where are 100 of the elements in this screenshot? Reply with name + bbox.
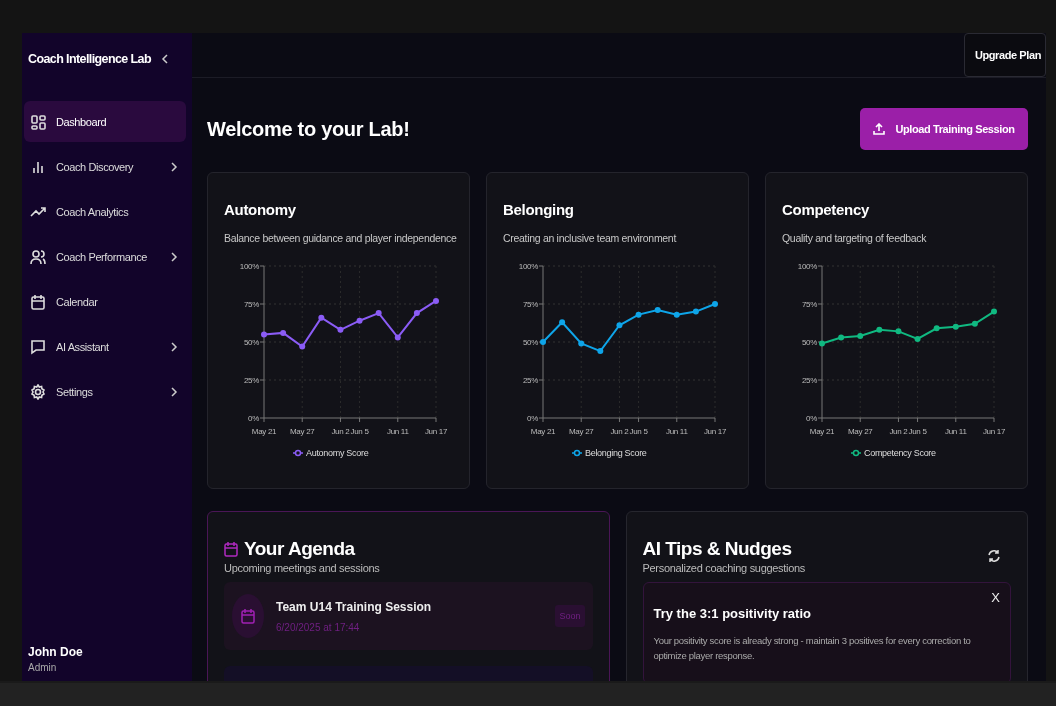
x-tick-label: May 27 [569, 427, 594, 436]
data-point [559, 319, 566, 326]
calendar-icon [224, 541, 238, 557]
card-subtitle: Quality and targeting of feedback [782, 232, 928, 244]
card-title: Autonomy [224, 201, 297, 218]
tip-text: Your positivity score is already strong - maintain 3 positives for every correction to optimize player response. [653, 634, 972, 663]
users-icon [30, 248, 46, 265]
y-tick-label: 75% [801, 300, 817, 309]
user-name: John Doe [28, 645, 84, 659]
x-tick-label: Jun 5 [629, 427, 648, 436]
card-title: Belonging [503, 201, 575, 218]
data-point [433, 297, 439, 304]
data-point [876, 326, 883, 333]
data-point [299, 343, 306, 350]
data-point [597, 348, 604, 355]
data-point [895, 328, 902, 335]
close-button[interactable]: X [991, 591, 1000, 604]
y-tick-label: 100% [239, 262, 259, 271]
x-tick-label: Jun 11 [665, 427, 688, 436]
y-tick-label: 25% [522, 376, 538, 385]
x-tick-label: Jun 11 [386, 427, 409, 436]
data-point [394, 334, 401, 341]
legend-label: Autonomy Score [306, 448, 369, 458]
y-tick-label: 25% [243, 376, 259, 385]
panel-subtitle: Upcoming meetings and sessions [224, 562, 381, 574]
y-tick-label: 75% [522, 300, 538, 309]
app-title: Coach Intelligence Lab [28, 52, 151, 66]
sidebar-item[interactable]: Coach Analytics [24, 191, 186, 232]
x-tick-label: Jun 2 [610, 427, 629, 436]
x-tick-label: Jun 5 [908, 427, 927, 436]
agenda-item[interactable]: Team U14 Training Session 6/20/2025 at 17:44 Soon [224, 582, 593, 650]
x-tick-label: Jun 11 [944, 427, 967, 436]
page-heading: Welcome to your Lab! [207, 117, 410, 141]
data-point [375, 310, 382, 317]
x-tick-label: May 27 [290, 427, 315, 436]
upload-button[interactable]: Upload Training Session [860, 108, 1028, 150]
legend-icon [571, 449, 583, 457]
x-tick-label: Jun 2 [889, 427, 908, 436]
data-point [654, 307, 661, 314]
y-tick-label: 100% [518, 262, 538, 271]
data-point [838, 334, 845, 341]
sidebar-item[interactable]: Coach Performance [24, 236, 186, 277]
data-point [616, 322, 623, 329]
data-point [673, 311, 680, 318]
data-point [635, 311, 642, 318]
data-point [692, 308, 699, 315]
panel-title: Your Agenda [244, 538, 355, 560]
data-point [819, 340, 825, 347]
x-tick-label: May 21 [251, 427, 277, 436]
y-tick-label: 25% [801, 376, 817, 385]
collapse-icon[interactable] [160, 54, 169, 64]
y-tick-label: 50% [801, 338, 817, 347]
x-tick-label: Jun 17 [703, 427, 727, 436]
gear-icon [30, 383, 46, 400]
status-badge: Soon [555, 605, 585, 627]
data-point [261, 331, 267, 338]
data-point [578, 340, 585, 347]
data-point [356, 317, 363, 324]
data-point [712, 301, 718, 307]
legend-label: Competency Score [864, 448, 936, 458]
data-point [413, 310, 420, 317]
data-point [914, 335, 921, 342]
sidebar-item[interactable]: AI Assistant [24, 326, 186, 367]
sidebar-item[interactable]: Calendar [24, 281, 186, 322]
data-point [991, 308, 997, 315]
data-point [540, 339, 546, 345]
panel-subtitle: Personalized coaching suggestions [642, 562, 806, 574]
data-point [280, 329, 287, 336]
x-tick-label: May 21 [530, 427, 556, 436]
legend-icon [292, 449, 304, 457]
legend-label: Belonging Score [585, 448, 647, 458]
y-tick-label: 50% [522, 338, 538, 347]
data-point [971, 320, 978, 327]
calendar-icon [30, 293, 46, 310]
x-tick-label: Jun 2 [331, 427, 350, 436]
tip-title: Try the 3:1 positivity ratio [653, 606, 812, 621]
agenda-time: 6/20/2025 at 17:44 [276, 621, 361, 633]
data-point [933, 325, 940, 332]
data-point [952, 323, 959, 330]
x-tick-label: May 27 [848, 427, 873, 436]
upload-icon [873, 123, 886, 135]
upgrade-button[interactable]: Upgrade Plan [963, 33, 1046, 77]
card-subtitle: Creating an inclusive team environment [503, 232, 678, 244]
sidebar-item[interactable]: Settings [24, 371, 186, 412]
y-tick-label: 75% [243, 300, 259, 309]
data-point [857, 332, 864, 339]
agenda-title: Team U14 Training Session [276, 599, 433, 614]
y-tick-label: 50% [243, 338, 259, 347]
x-tick-label: Jun 5 [350, 427, 369, 436]
data-point [337, 326, 344, 333]
sidebar-item[interactable]: Dashboard [24, 101, 186, 142]
card-title: Competency [782, 201, 871, 218]
data-point [318, 314, 325, 321]
sidebar-item[interactable]: Coach Discovery [24, 146, 186, 187]
y-tick-label: 0% [527, 414, 538, 423]
refresh-icon[interactable] [987, 549, 1001, 563]
y-tick-label: 0% [806, 414, 817, 423]
x-tick-label: May 21 [809, 427, 835, 436]
x-tick-label: Jun 17 [982, 427, 1006, 436]
grid-icon [30, 113, 46, 130]
